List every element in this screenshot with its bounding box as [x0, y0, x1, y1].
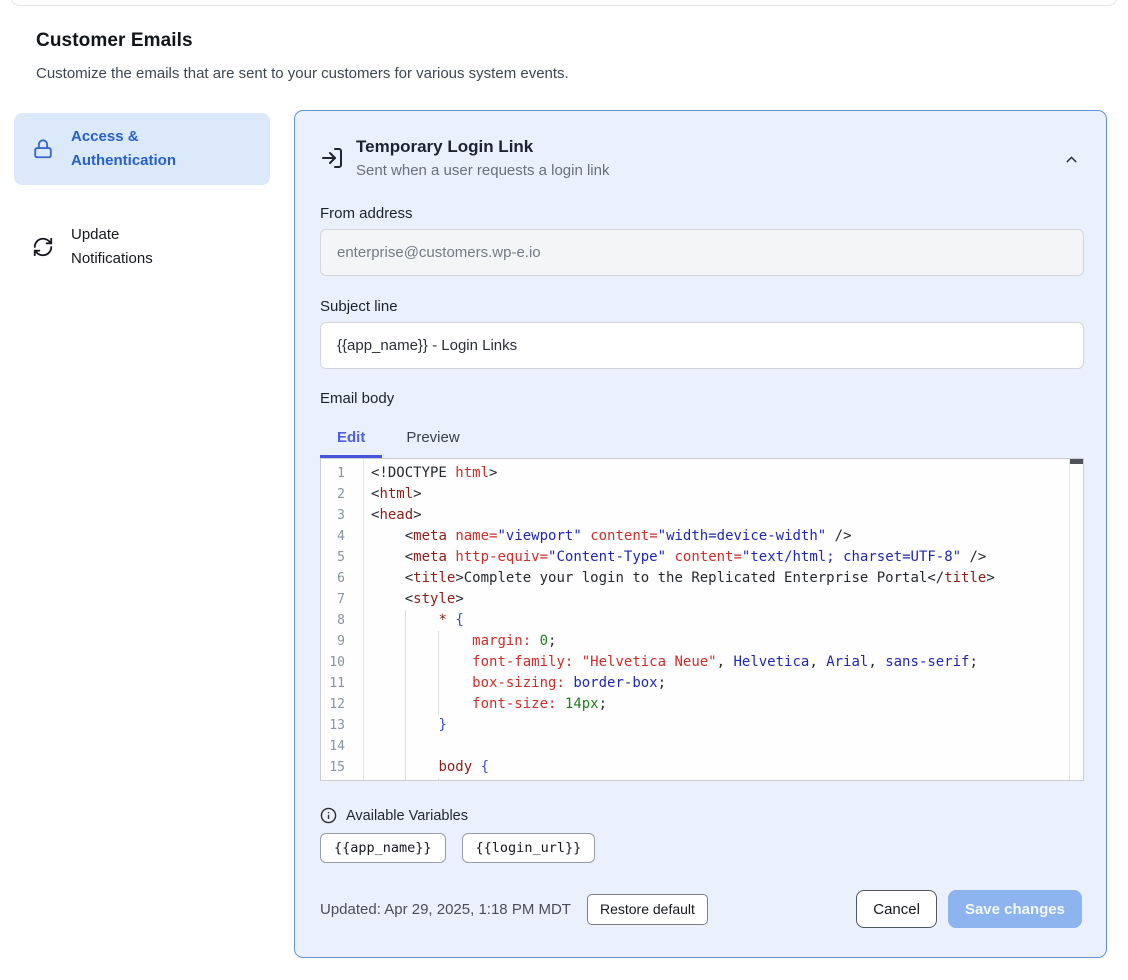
- previous-card-bottom-edge: [10, 0, 1118, 6]
- chevron-up-icon[interactable]: [1063, 151, 1080, 168]
- editor-scrollbar[interactable]: [1069, 459, 1083, 780]
- available-variables-label: Available Variables: [346, 808, 468, 824]
- tab-edit[interactable]: Edit: [320, 416, 382, 458]
- variable-chips: {{app_name}} {{login_url}}: [320, 833, 1082, 863]
- subject-line-input[interactable]: [320, 322, 1084, 369]
- editor-gutter: 12345678910111213141516: [321, 459, 364, 780]
- variable-chip-app-name[interactable]: {{app_name}}: [320, 833, 446, 863]
- sidebar-item-label: Update Notifications: [71, 223, 193, 271]
- editor-scrollbar-thumb[interactable]: [1070, 459, 1083, 464]
- panel-subtitle: Sent when a user requests a login link: [356, 162, 609, 179]
- from-address-label: From address: [320, 205, 1082, 222]
- page-subtitle: Customize the emails that are sent to yo…: [36, 65, 569, 82]
- sidebar-item-label: Access & Authentication: [71, 125, 193, 173]
- temporary-login-link-panel: Temporary Login Link Sent when a user re…: [294, 110, 1107, 958]
- page-header: Customer Emails Customize the emails tha…: [36, 30, 569, 82]
- panel-title: Temporary Login Link: [356, 137, 609, 157]
- email-body-label: Email body: [320, 390, 1082, 407]
- lock-icon: [32, 138, 54, 160]
- refresh-icon: [32, 236, 54, 258]
- editor-code[interactable]: <!DOCTYPE html><html><head> <meta name="…: [364, 459, 1069, 780]
- save-changes-button[interactable]: Save changes: [948, 890, 1082, 928]
- tab-preview[interactable]: Preview: [389, 416, 476, 458]
- from-address-input: [320, 229, 1084, 276]
- email-types-sidebar: Access & Authentication Update Notificat…: [14, 113, 270, 283]
- sidebar-item-access-authentication[interactable]: Access & Authentication: [14, 113, 270, 185]
- updated-timestamp: Updated: Apr 29, 2025, 1:18 PM MDT: [320, 901, 571, 918]
- login-icon: [320, 146, 344, 170]
- info-icon[interactable]: [320, 807, 337, 824]
- page-title: Customer Emails: [36, 30, 569, 52]
- panel-header: Temporary Login Link Sent when a user re…: [320, 137, 1082, 179]
- sidebar-item-update-notifications[interactable]: Update Notifications: [14, 211, 270, 283]
- variable-chip-login-url[interactable]: {{login_url}}: [462, 833, 596, 863]
- code-editor[interactable]: 12345678910111213141516 <!DOCTYPE html><…: [320, 458, 1084, 781]
- panel-footer: Updated: Apr 29, 2025, 1:18 PM MDT Resto…: [320, 890, 1082, 928]
- restore-default-button[interactable]: Restore default: [587, 894, 708, 925]
- cancel-button[interactable]: Cancel: [856, 890, 937, 928]
- subject-line-label: Subject line: [320, 298, 1082, 315]
- available-variables-header: Available Variables: [320, 807, 1082, 824]
- panel-header-text: Temporary Login Link Sent when a user re…: [356, 137, 609, 179]
- email-body-tabs: Edit Preview: [320, 416, 1082, 458]
